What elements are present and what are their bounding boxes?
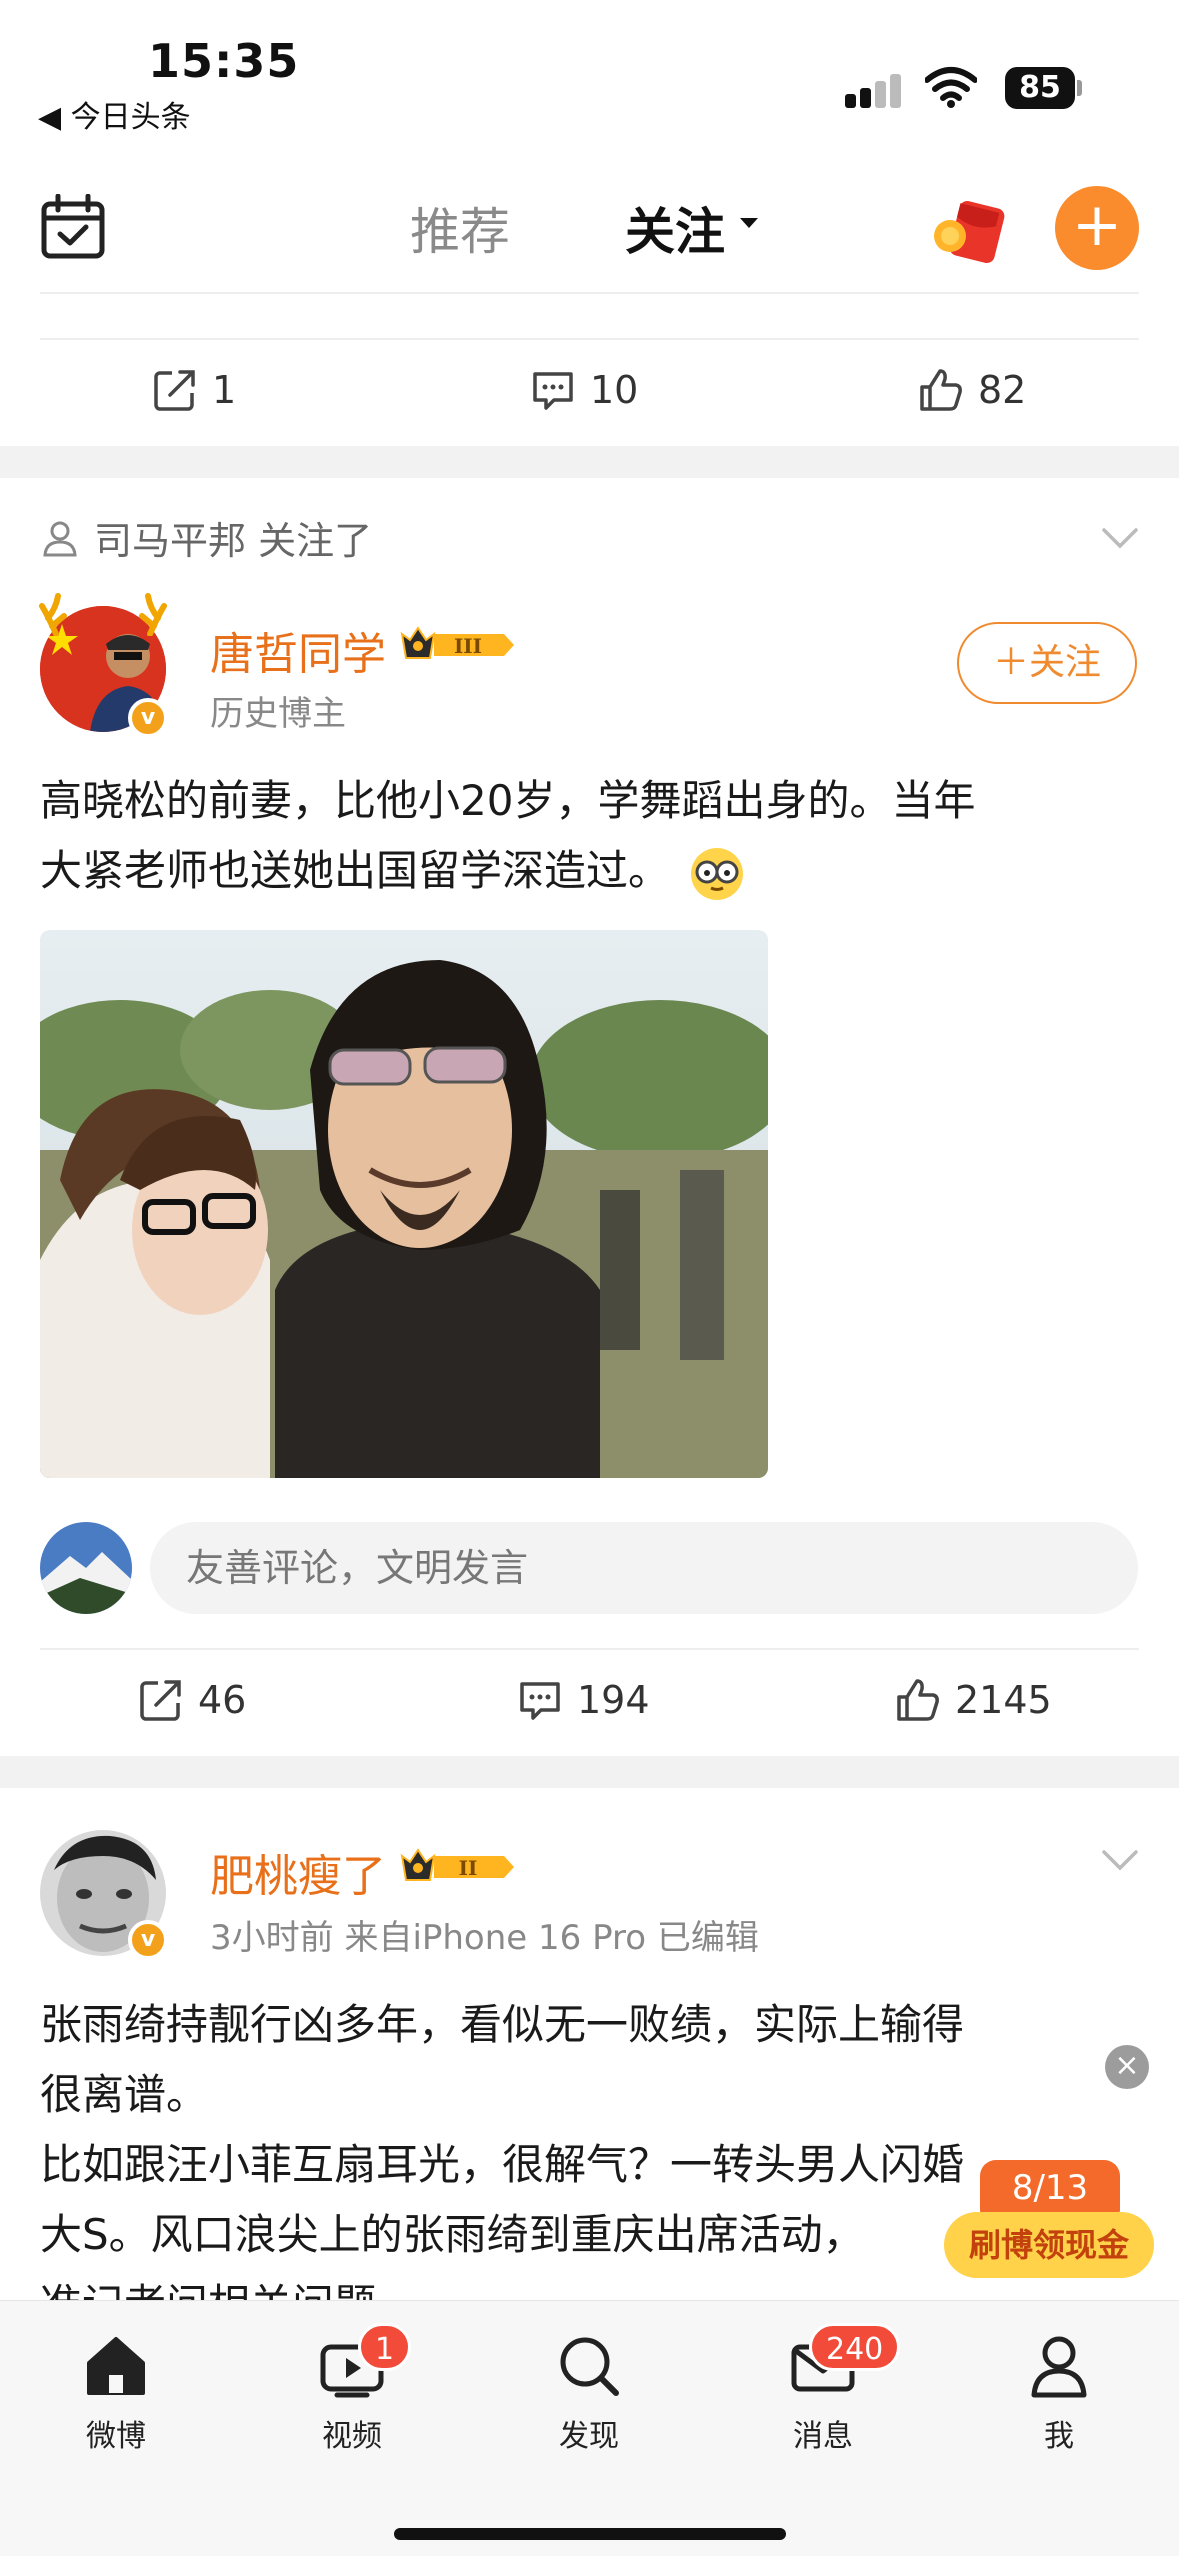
- post-separator: [0, 1756, 1179, 1788]
- profile-icon: [1031, 2336, 1087, 2398]
- nav-label: 视频: [322, 2419, 382, 2454]
- home-icon: [87, 2337, 145, 2395]
- nav-item-messages[interactable]: 消息 240: [753, 2323, 901, 2455]
- comment-button[interactable]: 194: [517, 1650, 650, 1750]
- post-text-line: 高晓松的前妻，比他小20岁，学舞蹈出身的。当年: [40, 776, 976, 825]
- post-photo[interactable]: [40, 930, 768, 1478]
- battery-tip: [1077, 80, 1082, 96]
- like-button[interactable]: 2145: [895, 1650, 1052, 1750]
- comment-input[interactable]: 友善评论，文明发言: [150, 1522, 1138, 1614]
- comment-count: 10: [590, 368, 639, 412]
- promo-label: 刷博领现金: [944, 2212, 1154, 2278]
- status-time: 15:35: [148, 34, 300, 88]
- cellular-signal-icon: [845, 72, 905, 108]
- search-icon: [560, 2337, 619, 2396]
- username[interactable]: 肥桃瘦了: [210, 1840, 386, 1904]
- comment-button[interactable]: 10: [530, 340, 638, 440]
- post-text[interactable]: 高晓松的前妻，比他小20岁，学舞蹈出身的。当年 大紧老师也送她出国留学深造过。: [40, 766, 1140, 906]
- nav-item-video[interactable]: 视频 1: [282, 2323, 422, 2455]
- notification-badge: 1: [358, 2323, 412, 2371]
- photo-couple-image: [40, 930, 768, 1478]
- caret-down-icon[interactable]: [740, 218, 758, 228]
- nav-item-discover[interactable]: 发现: [519, 2331, 659, 2455]
- comment-icon: [533, 372, 573, 410]
- nav-label: 发现: [559, 2419, 619, 2454]
- svg-text:II: II: [459, 1856, 478, 1880]
- post-text-line: 大紧老师也送她出国留学深造过。: [40, 836, 1140, 906]
- nav-label: 微博: [86, 2419, 146, 2454]
- home-indicator[interactable]: [394, 2528, 786, 2540]
- antlers-decoration-icon: [39, 593, 167, 636]
- share-button[interactable]: 1: [152, 340, 236, 440]
- current-user-avatar[interactable]: [40, 1522, 132, 1614]
- follow-hint: 司马平邦 关注了: [40, 510, 372, 565]
- red-packet-icon[interactable]: [932, 196, 1006, 266]
- prev-post-actions: 1 10 82: [0, 340, 1179, 440]
- post-separator: [0, 446, 1179, 478]
- avatar-image: [40, 1522, 132, 1614]
- nav-label: 我: [1044, 2419, 1074, 2454]
- follow-hint-text: 司马平邦 关注了: [94, 519, 373, 563]
- close-icon[interactable]: ×: [1105, 2045, 1149, 2089]
- comment-count: 194: [577, 1678, 650, 1722]
- thumbs-up-icon: [897, 1679, 939, 1721]
- share-button[interactable]: 46: [138, 1650, 246, 1750]
- post-meta: 3小时前 来自iPhone 16 Pro 已编辑: [210, 1918, 759, 1958]
- user-subtitle: 历史博主: [210, 694, 346, 734]
- chevron-down-icon[interactable]: [1100, 1848, 1140, 1872]
- follow-button[interactable]: ＋关注: [957, 622, 1137, 704]
- comment-icon: [520, 1682, 560, 1720]
- bottom-navigation: 微博 视频 1 发现 消息 240 我: [0, 2300, 1179, 2556]
- notification-badge: 240: [809, 2323, 901, 2371]
- status-bar: 15:35 ◀ 今日头条 85: [0, 0, 1179, 150]
- tab-following[interactable]: 关注: [625, 192, 725, 264]
- post1-actions: 46 194 2145: [0, 1650, 1179, 1750]
- share-icon: [140, 1680, 181, 1721]
- thumbs-up-icon: [920, 369, 962, 411]
- post-text-line: 很离谱。: [40, 2070, 209, 2119]
- like-count: 2145: [955, 1678, 1052, 1722]
- crown-level-badge-icon: III: [400, 626, 514, 659]
- top-navigation: 推荐 关注 +: [0, 170, 1179, 290]
- crown-level-badge-icon: II: [400, 1848, 514, 1881]
- username[interactable]: 唐哲同学: [210, 618, 386, 682]
- person-icon: [43, 521, 77, 556]
- add-button[interactable]: +: [1055, 186, 1139, 270]
- wifi-icon: [925, 67, 977, 108]
- share-count: 1: [212, 368, 237, 412]
- divider: [40, 292, 1139, 294]
- nav-item-me[interactable]: 我: [989, 2331, 1129, 2455]
- back-to-app-link[interactable]: ◀ 今日头条: [38, 92, 191, 136]
- battery-indicator: 85: [1005, 67, 1075, 109]
- like-count: 82: [978, 368, 1027, 412]
- like-button[interactable]: 82: [918, 340, 1026, 440]
- share-icon: [154, 370, 195, 411]
- nav-item-weibo[interactable]: 微博: [46, 2331, 186, 2455]
- post-text-line: 张雨绮持靓行凶多年，看似无一败绩，实际上输得: [40, 2000, 965, 2049]
- verified-badge: v: [128, 1920, 168, 1960]
- emoji-glasses-icon: [691, 847, 744, 900]
- nav-label: 消息: [793, 2419, 853, 2454]
- promo-cash-widget[interactable]: 8/13 刷博领现金: [944, 2160, 1154, 2280]
- calendar-check-icon[interactable]: [40, 194, 106, 260]
- chevron-down-icon[interactable]: [1100, 526, 1140, 550]
- promo-progress: 8/13: [980, 2160, 1120, 2216]
- verified-badge: v: [128, 698, 168, 738]
- tab-recommend[interactable]: 推荐: [410, 192, 510, 264]
- svg-text:III: III: [454, 634, 482, 658]
- share-count: 46: [198, 1678, 247, 1722]
